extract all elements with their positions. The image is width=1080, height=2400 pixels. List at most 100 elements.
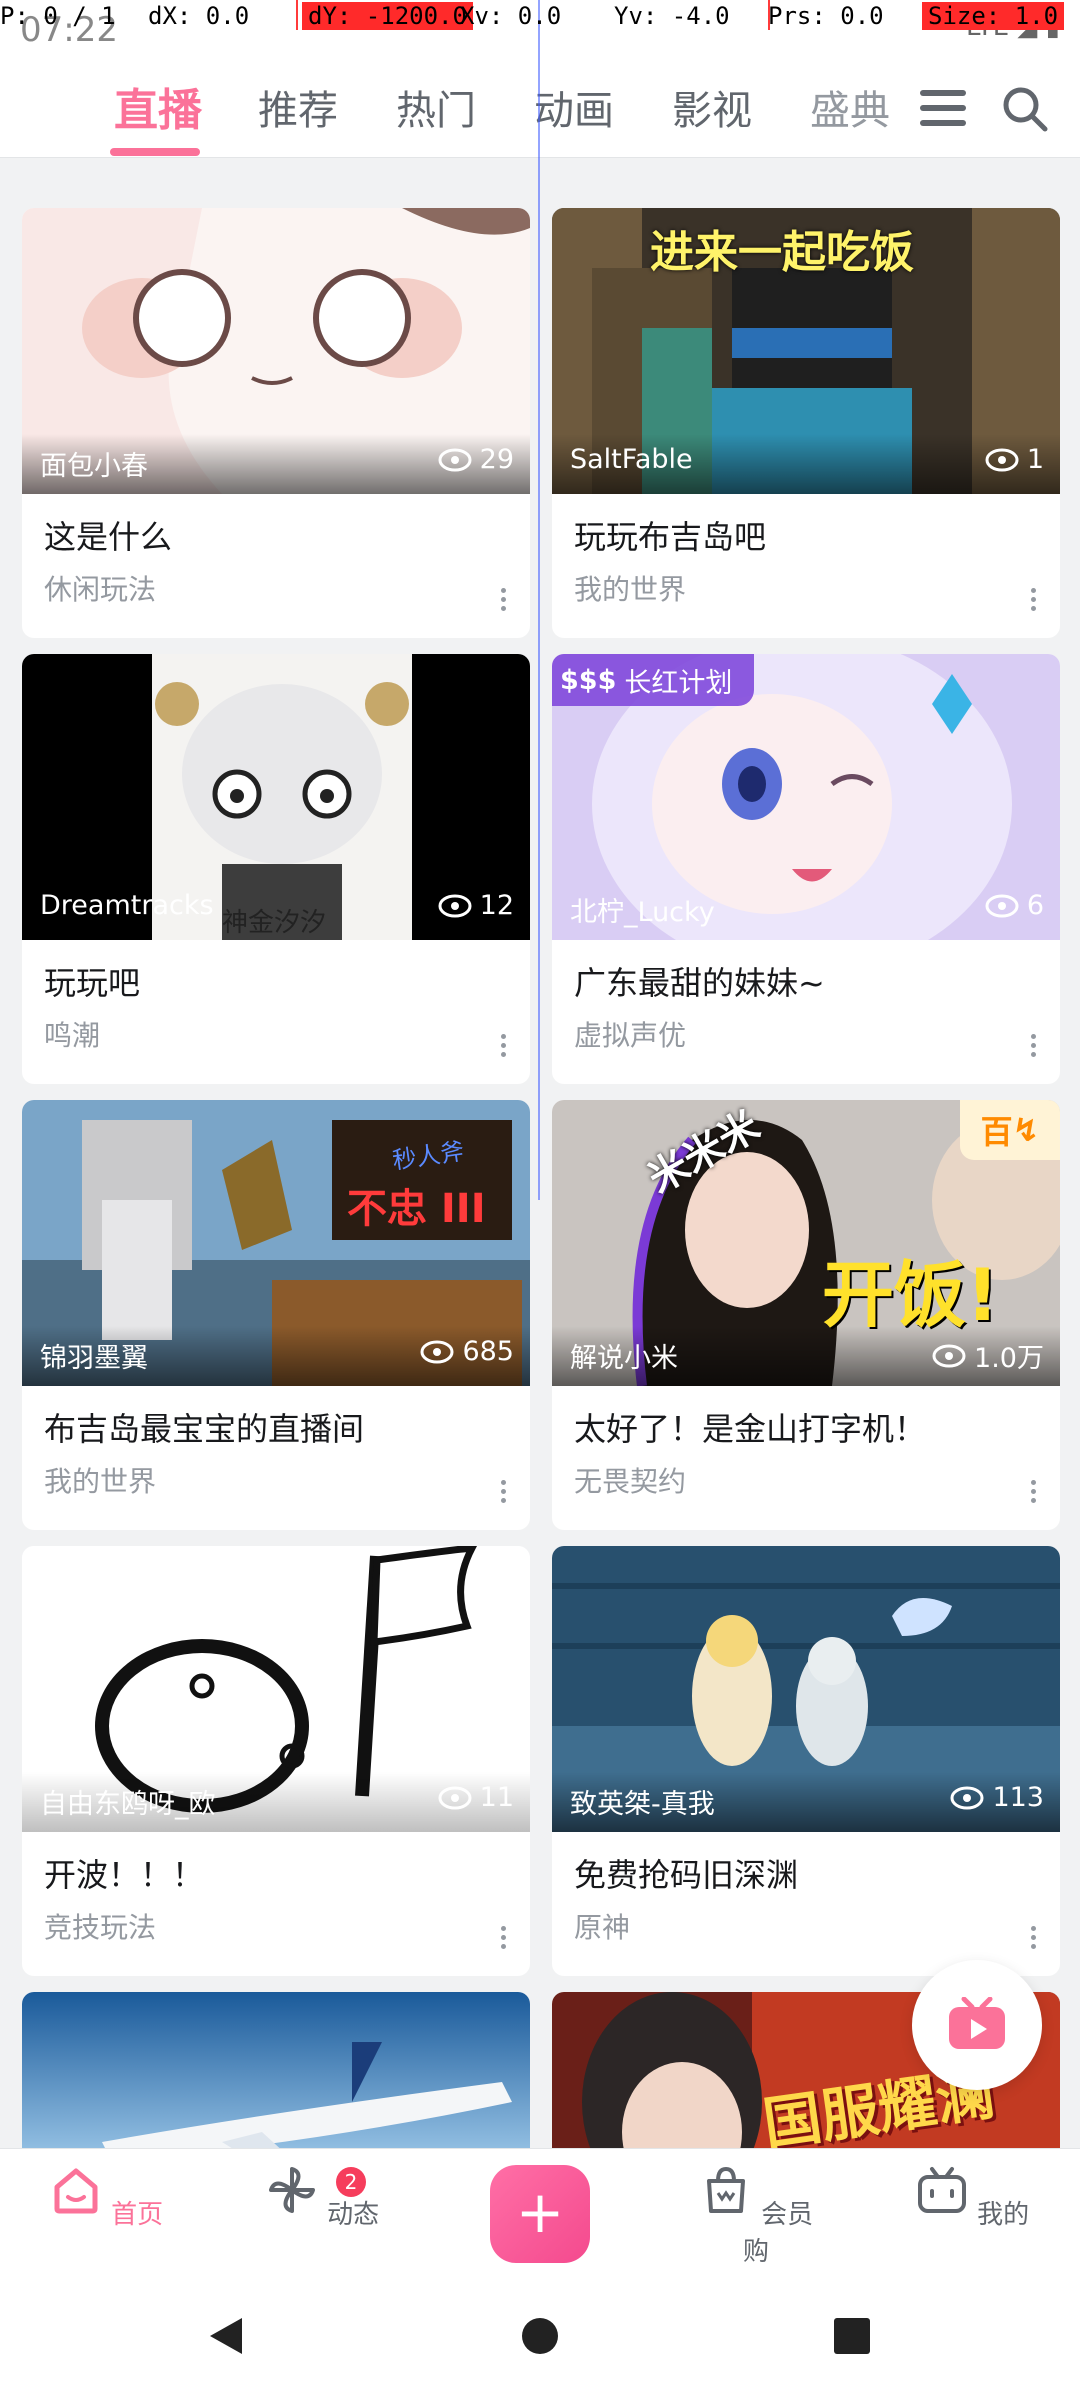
cover-text: 神金汐汐 <box>222 908 327 938</box>
debug-dx: dX: 0.0 <box>148 2 250 30</box>
tab-hot[interactable]: 热门 <box>396 78 476 136</box>
nav-label: 动态 <box>327 2200 380 2230</box>
nav-dynamic[interactable]: 动态 2 <box>262 2163 382 2231</box>
dollar-icon: $$$ <box>560 664 617 696</box>
more-options-icon[interactable] <box>500 1034 508 1060</box>
more-options-icon[interactable] <box>500 1480 508 1506</box>
debug-prs: Prs: 0.0 <box>768 2 884 30</box>
nav-mine[interactable]: 我的 <box>912 2163 1032 2231</box>
menu-icon[interactable] <box>920 90 966 130</box>
notification-badge: 2 <box>336 2167 366 2197</box>
debug-xv: Xv: 0.0 <box>460 2 562 30</box>
shopping-bag-icon <box>706 2166 745 2213</box>
streamer-name: 面包小春 <box>40 451 148 482</box>
view-count: 12 <box>438 890 514 921</box>
tab-live[interactable]: 直播 <box>114 74 202 138</box>
eye-icon <box>950 1786 984 1809</box>
live-title: 广东最甜的妹妹~ <box>574 964 825 1002</box>
live-feed: 面包小春 29 这是什么 休闲玩法 进来一起吃饭 SaltFable 1 玩玩布… <box>0 158 1080 2148</box>
cover-text: 不忠 III <box>347 1186 486 1232</box>
eye-icon <box>420 1340 454 1363</box>
more-options-icon[interactable] <box>500 588 508 614</box>
tab-recommend[interactable]: 推荐 <box>258 78 338 136</box>
top-tab-bar: 直播 推荐 热门 动画 影视 盛典 <box>0 60 1080 158</box>
live-card[interactable]: 神金汐汐 Dreamtracks 12 玩玩吧 鸣潮 <box>22 654 530 1084</box>
create-button[interactable]: + <box>490 2165 590 2263</box>
view-count-value: 11 <box>479 1782 514 1813</box>
search-icon[interactable] <box>1000 84 1050 134</box>
live-category: 休闲玩法 <box>44 573 157 606</box>
view-count-value: 1.0万 <box>974 1343 1044 1374</box>
view-count-value: 685 <box>462 1336 514 1367</box>
more-options-icon[interactable] <box>500 1926 508 1952</box>
tab-film[interactable]: 影视 <box>672 78 752 136</box>
view-count: 685 <box>420 1336 514 1367</box>
streamer-name: 锦羽墨翼 <box>40 1343 148 1374</box>
live-card[interactable] <box>22 1992 530 2148</box>
pointer-location-overlay: P: 0 / 1 dX: 0.0 dY: -1200.0 Xv: 0.0 Yv:… <box>0 0 1080 34</box>
view-count-value: 6 <box>1026 890 1044 921</box>
view-count: 113 <box>950 1782 1044 1813</box>
view-count: 11 <box>438 1782 514 1813</box>
live-category: 无畏契约 <box>574 1465 687 1498</box>
debug-yv: Yv: -4.0 <box>614 2 730 30</box>
nav-home[interactable]: 首页 <box>46 2163 166 2231</box>
streamer-name: 自由东鸥呀_欧 <box>40 1789 216 1820</box>
live-category: 竞技玩法 <box>44 1911 157 1944</box>
streamer-name: 致英桀-真我 <box>570 1789 715 1820</box>
debug-crosshair <box>538 0 540 1200</box>
bilibili-tv-icon <box>917 2167 966 2213</box>
live-card[interactable]: 面包小春 29 这是什么 休闲玩法 <box>22 208 530 638</box>
more-options-icon[interactable] <box>1030 1926 1038 1952</box>
back-icon[interactable] <box>204 2314 248 2358</box>
debug-dy: dY: -1200.0 <box>302 2 473 30</box>
debug-pointer: P: 0 / 1 <box>0 2 116 30</box>
badge-label: 长红计划 <box>624 667 733 699</box>
badge-icon: 百 ↯ <box>960 1100 1060 1160</box>
eye-icon <box>985 448 1019 471</box>
recents-icon[interactable] <box>832 2316 872 2356</box>
system-nav-bar <box>0 2274 1080 2400</box>
view-count: 29 <box>438 444 514 475</box>
live-title: 太好了！是金山打字机！ <box>574 1410 927 1448</box>
live-category: 虚拟声优 <box>574 1019 687 1052</box>
live-category: 鸣潮 <box>44 1019 101 1052</box>
streamer-name: 北柠_Lucky <box>570 897 715 928</box>
view-count-value: 29 <box>479 444 514 475</box>
more-options-icon[interactable] <box>1030 1034 1038 1060</box>
eye-icon <box>985 894 1019 917</box>
promotion-badge: $$$ 长红计划 <box>552 654 755 706</box>
cover-image <box>22 1992 530 2148</box>
nav-label: 首页 <box>111 2200 164 2230</box>
view-count: 6 <box>985 890 1044 921</box>
live-card[interactable]: 米米米 开饭! 百 ↯ 解说小米 1.0万 太好了！是金山打字机！ 无畏契约 <box>552 1100 1060 1530</box>
live-title: 布吉岛最宝宝的直播间 <box>44 1410 365 1448</box>
view-count-value: 113 <box>992 1782 1044 1813</box>
tv-icon <box>949 1997 1005 2049</box>
debug-tick <box>296 0 298 30</box>
go-live-button[interactable] <box>912 1960 1042 2090</box>
live-card[interactable]: 自由东鸥呀_欧 11 开波！！！ 竞技玩法 <box>22 1546 530 1976</box>
live-card[interactable]: 秒人斧 不忠 III 锦羽墨翼 685 布吉岛最宝宝的直播间 我的世界 <box>22 1100 530 1530</box>
eye-icon <box>438 448 472 471</box>
more-options-icon[interactable] <box>1030 1480 1038 1506</box>
cover-text: 进来一起吃饭 <box>650 227 914 278</box>
home-icon <box>54 2168 98 2214</box>
home-circle-icon[interactable] <box>520 2316 560 2356</box>
view-count-value: 1 <box>1026 444 1044 475</box>
debug-size: Size: 1.0 <box>922 2 1065 30</box>
tab-anime[interactable]: 动画 <box>534 78 614 136</box>
streamer-name: 解说小米 <box>570 1343 678 1374</box>
live-card[interactable]: $$$ 长红计划 北柠_Lucky 6 广东最甜的妹妹~ 虚拟声优 <box>552 654 1060 1084</box>
more-options-icon[interactable] <box>1030 588 1038 614</box>
pinwheel-icon <box>268 2167 315 2213</box>
tab-indicator <box>110 148 200 156</box>
view-count: 1.0万 <box>932 1336 1044 1375</box>
eye-icon <box>932 1344 966 1367</box>
live-card[interactable]: 进来一起吃饭 SaltFable 1 玩玩布吉岛吧 我的世界 <box>552 208 1060 638</box>
streamer-name: Dreamtracks <box>40 890 214 921</box>
live-card[interactable]: 致英桀-真我 113 免费抢码旧深渊 原神 <box>552 1546 1060 1976</box>
streamer-name: SaltFable <box>570 444 693 475</box>
nav-vip-shop[interactable]: 会员购 <box>696 2163 816 2268</box>
tab-ceremony[interactable]: 盛典 <box>810 78 890 136</box>
